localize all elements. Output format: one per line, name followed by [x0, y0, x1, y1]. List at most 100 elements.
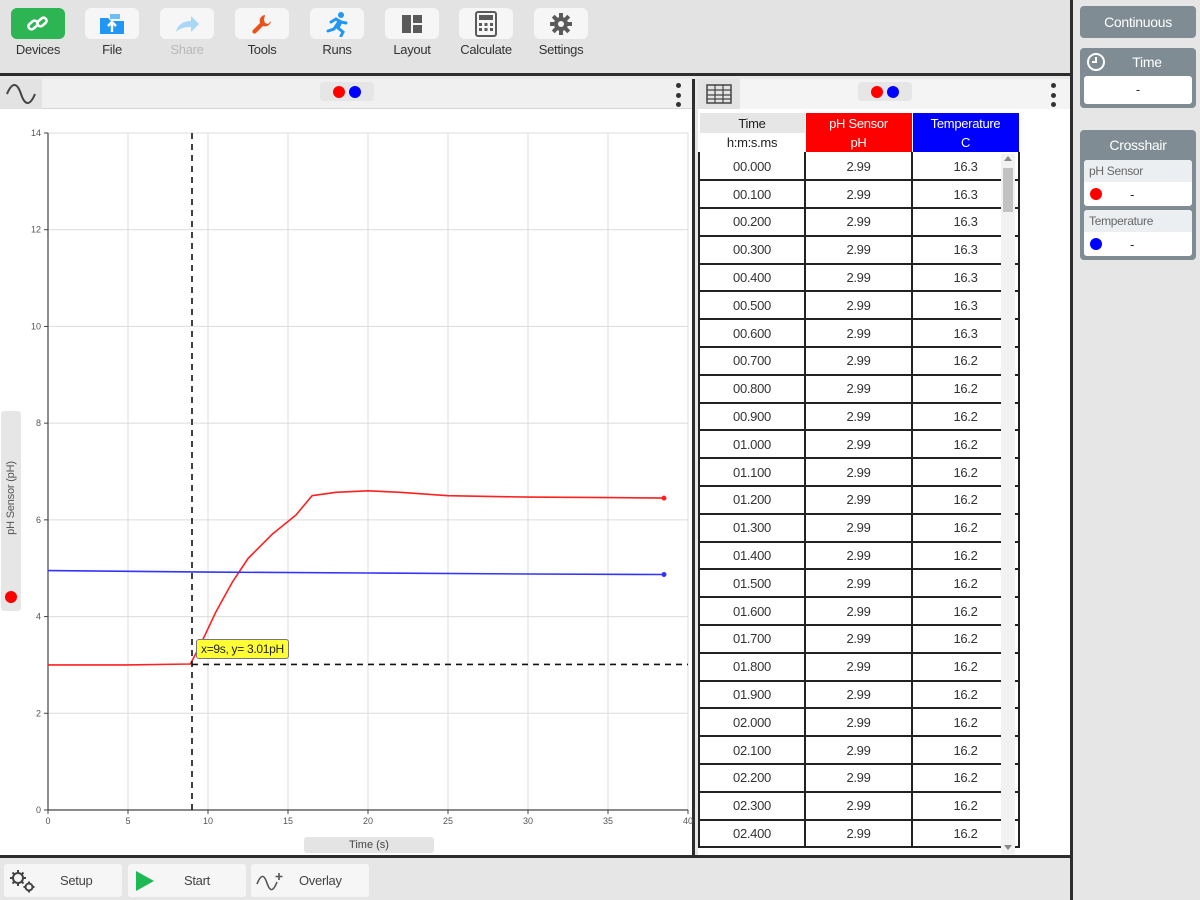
table-row[interactable]: 00.800 2.99 16.2 — [698, 374, 1020, 404]
table-row[interactable]: 02.300 2.99 16.2 — [698, 791, 1020, 821]
layout-label: Layout — [393, 42, 431, 57]
column-header[interactable]: Time h:m:s.ms — [698, 112, 806, 153]
table-row[interactable]: 00.000 2.99 16.3 — [698, 152, 1020, 182]
scroll-up-icon[interactable] — [1004, 156, 1012, 161]
table-row[interactable]: 02.200 2.99 16.2 — [698, 764, 1020, 793]
table-header-row: Time h:m:s.ms pH Sensor pH Temperature C — [698, 112, 1020, 153]
table-cell: 00.200 — [698, 208, 806, 237]
table-row[interactable]: 01.500 2.99 16.2 — [698, 569, 1020, 599]
series-line-ph-sensor — [48, 489, 665, 666]
table-scrollbar[interactable] — [1001, 154, 1015, 854]
table-cell: 2.99 — [805, 430, 913, 460]
column-header[interactable]: Temperature C — [911, 112, 1020, 153]
series-end-point — [661, 495, 667, 501]
table-row[interactable]: 00.700 2.99 16.2 — [698, 347, 1020, 376]
ph-dot-icon — [1090, 188, 1102, 200]
table-row[interactable]: 00.300 2.99 16.3 — [698, 235, 1020, 265]
devices-button[interactable]: Devices — [5, 8, 71, 70]
table-menu-icon[interactable] — [1049, 83, 1057, 107]
table-cell: 2.99 — [805, 319, 913, 349]
y-tick-label: 2 — [36, 708, 41, 718]
crosshair-tooltip: x=9s, y= 3.01pH — [196, 639, 289, 659]
start-button[interactable]: Start — [128, 864, 246, 897]
table-cell: 01.600 — [698, 597, 806, 627]
table-row[interactable]: 02.100 2.99 16.2 — [698, 736, 1020, 766]
table-cell: 02.100 — [698, 736, 806, 766]
ph-temperature-chart[interactable]: 0 5 10 15 20 25 30 35 40 0 2 4 6 8 10 12 14 — [0, 79, 695, 855]
calculator-icon — [459, 8, 513, 39]
layout-button[interactable]: Layout — [379, 8, 445, 70]
table-cell: 2.99 — [805, 235, 913, 265]
table-row[interactable]: 00.500 2.99 16.3 — [698, 291, 1020, 321]
setup-button[interactable]: Setup — [4, 864, 122, 897]
table-row[interactable]: 01.100 2.99 16.2 — [698, 458, 1020, 488]
right-sidebar: Continuous Time - Crosshair pH Sensor - … — [1070, 0, 1200, 900]
start-label: Start — [184, 873, 210, 888]
x-tick-label: 15 — [283, 816, 293, 826]
column-header-name: pH Sensor — [829, 115, 888, 131]
file-button[interactable]: File — [79, 8, 145, 70]
table-row[interactable]: 00.600 2.99 16.3 — [698, 319, 1020, 349]
table-row[interactable]: 02.400 2.99 16.2 — [698, 819, 1020, 849]
table-cell: 00.400 — [698, 263, 806, 293]
file-label: File — [102, 42, 122, 57]
table-row[interactable]: 01.000 2.99 16.2 — [698, 430, 1020, 460]
table-row[interactable]: 01.700 2.99 16.2 — [698, 625, 1020, 654]
continuous-mode-button[interactable]: Continuous — [1080, 6, 1196, 38]
table-temperature-dot-icon — [887, 85, 899, 98]
column-header[interactable]: pH Sensor pH — [804, 112, 913, 153]
y-tick-labels: 0 2 4 6 8 10 12 14 — [31, 128, 48, 815]
table-cell: 00.500 — [698, 291, 806, 321]
settings-button[interactable]: Settings — [528, 8, 594, 70]
table-row[interactable]: 00.100 2.99 16.3 — [698, 180, 1020, 210]
table-row[interactable]: 00.400 2.99 16.3 — [698, 263, 1020, 293]
series-line-temperature — [47, 569, 665, 576]
settings-label: Settings — [538, 42, 584, 57]
table-row[interactable]: 01.900 2.99 16.2 — [698, 680, 1020, 710]
overlay-button[interactable]: Overlay — [251, 864, 369, 897]
clock-icon — [1086, 52, 1106, 81]
table-row[interactable]: 01.300 2.99 16.2 — [698, 513, 1020, 543]
y-tick-label: 6 — [36, 515, 41, 525]
table-scroll-thumb[interactable] — [1003, 168, 1013, 212]
time-header: Time — [1080, 48, 1196, 76]
table-row[interactable]: 01.200 2.99 16.2 — [698, 486, 1020, 515]
table-cell: 2.99 — [805, 791, 913, 821]
table-cell: 01.800 — [698, 652, 806, 682]
table-cell: 2.99 — [805, 152, 913, 182]
table-row[interactable]: 00.200 2.99 16.3 — [698, 208, 1020, 237]
temperature-crosshair-title: Temperature — [1084, 210, 1192, 232]
gear-icon — [534, 8, 588, 39]
table-cell: 00.000 — [698, 152, 806, 182]
y-tick-label: 0 — [36, 805, 41, 815]
series-end-point — [661, 572, 667, 578]
table-row[interactable]: 01.400 2.99 16.2 — [698, 541, 1020, 571]
table-panel-bar — [698, 79, 1070, 109]
x-tick-label: 30 — [523, 816, 533, 826]
share-button[interactable]: Share — [154, 8, 220, 70]
table-row[interactable]: 02.000 2.99 16.2 — [698, 708, 1020, 738]
table-row[interactable]: 01.800 2.99 16.2 — [698, 652, 1020, 682]
tools-button[interactable]: Tools — [229, 8, 295, 70]
table-cell: 2.99 — [805, 486, 913, 515]
graph-panel: 0 5 10 15 20 25 30 35 40 0 2 4 6 8 10 12 14 pH Sensor (… — [0, 79, 695, 855]
ph-crosshair-title: pH Sensor — [1084, 160, 1192, 182]
x-tick-labels: 0 5 10 15 20 25 30 35 40 — [45, 810, 693, 826]
column-header-unit: h:m:s.ms — [699, 132, 805, 152]
table-cell: 2.99 — [805, 680, 913, 710]
table-cell: 2.99 — [805, 652, 913, 682]
calculate-button[interactable]: Calculate — [453, 8, 519, 70]
table-cell: 01.500 — [698, 569, 806, 599]
y-axis-label: pH Sensor (pH) — [5, 461, 17, 535]
table-row[interactable]: 00.900 2.99 16.2 — [698, 402, 1020, 432]
data-table: Time h:m:s.ms pH Sensor pH Temperature C 00.0… — [698, 112, 1020, 849]
y-tick-label: 4 — [36, 612, 41, 622]
table-cell: 2.99 — [805, 180, 913, 210]
table-cell: 01.200 — [698, 486, 806, 515]
table-sensor-toggle[interactable] — [858, 82, 912, 101]
table-icon[interactable] — [698, 79, 740, 109]
table-row[interactable]: 01.600 2.99 16.2 — [698, 597, 1020, 627]
scroll-down-icon[interactable] — [1004, 845, 1012, 850]
runs-button[interactable]: Runs — [304, 8, 370, 70]
runs-label: Runs — [322, 42, 352, 57]
